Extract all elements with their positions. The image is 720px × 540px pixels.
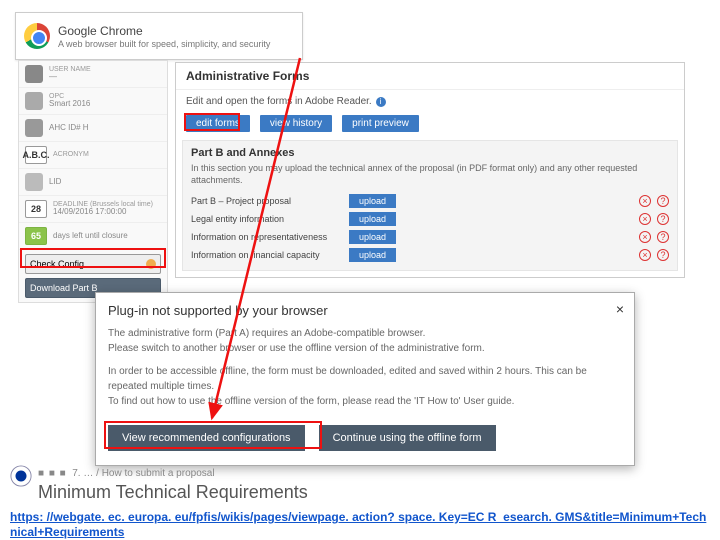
info-icon[interactable]: i — [376, 97, 386, 107]
view-history-button[interactable]: view history — [260, 115, 332, 132]
admin-title: Administrative Forms — [176, 63, 684, 90]
continue-offline-button[interactable]: Continue using the offline form — [319, 425, 496, 451]
highlight-recommended — [104, 421, 322, 449]
modal-p4: To find out how to use the offline versi… — [108, 394, 622, 409]
row-label: Part B – Project proposal — [191, 196, 341, 206]
partb-desc: In this section you may upload the techn… — [191, 163, 669, 186]
download-partb-label: Download Part B — [30, 283, 98, 293]
row-label: Information on financial capacity — [191, 250, 341, 260]
highlight-check-config — [20, 248, 166, 268]
breadcrumb-text: 7. … / How to submit a proposal — [72, 468, 214, 479]
upload-row: Information on financial capacity upload… — [191, 246, 669, 264]
upload-button[interactable]: upload — [349, 194, 396, 208]
daysleft-text: days left until closure — [53, 232, 128, 241]
upload-row: Part B – Project proposal upload ×? — [191, 192, 669, 210]
opc-value: Smart 2016 — [49, 100, 90, 109]
lid-label: LID — [49, 178, 61, 187]
help-icon[interactable]: ? — [657, 213, 669, 225]
partb-title: Part B and Annexes — [191, 147, 669, 159]
print-preview-button[interactable]: print preview — [342, 115, 419, 132]
upload-button[interactable]: upload — [349, 248, 396, 262]
cloud-icon — [25, 92, 43, 110]
admin-edit-desc: Edit and open the forms in Adobe Reader. — [186, 96, 372, 107]
partb-section: Part B and Annexes In this section you m… — [182, 140, 678, 271]
delete-icon[interactable]: × — [639, 231, 651, 243]
close-icon[interactable]: × — [616, 301, 624, 317]
username-value: — — [49, 73, 91, 82]
tag-icon — [25, 119, 43, 137]
help-icon[interactable]: ? — [657, 231, 669, 243]
delete-icon[interactable]: × — [639, 249, 651, 261]
upload-row: Legal entity information upload ×? — [191, 210, 669, 228]
upload-button[interactable]: upload — [349, 230, 396, 244]
modal-p3: In order to be accessible offline, the f… — [108, 364, 622, 394]
ahc-label: AHC ID# H — [49, 124, 89, 133]
upload-button[interactable]: upload — [349, 212, 396, 226]
deadline-value: 14/09/2016 17:00:00 — [53, 208, 153, 217]
highlight-edit-forms — [184, 113, 240, 131]
help-icon[interactable]: ? — [657, 195, 669, 207]
daysleft-box: 65 — [25, 227, 47, 245]
admin-forms-panel: Administrative Forms Edit and open the f… — [175, 62, 685, 278]
delete-icon[interactable]: × — [639, 213, 651, 225]
modal-p1: The administrative form (Part A) require… — [108, 326, 622, 341]
abc-badge: A.B.C. — [25, 146, 47, 164]
chrome-tooltip: Google Chrome A web browser built for sp… — [15, 12, 303, 60]
wiki-link[interactable]: https: //webgate. ec. europa. eu/fpfis/w… — [10, 510, 710, 540]
modal-p2: Please switch to another browser or use … — [108, 341, 622, 356]
doc-icon — [25, 173, 43, 191]
row-label: Legal entity information — [191, 214, 341, 224]
breadcrumb: ■ ■ ■ 7. … / How to submit a proposal — [38, 468, 215, 479]
eu-logo-icon — [10, 465, 32, 487]
deadline-day-box: 28 — [25, 200, 47, 218]
chrome-icon — [24, 23, 50, 49]
upload-row: Information on representativeness upload… — [191, 228, 669, 246]
modal-title: Plug-in not supported by your browser — [96, 293, 634, 324]
row-label: Information on representativeness — [191, 232, 341, 242]
help-icon[interactable]: ? — [657, 249, 669, 261]
chrome-subtitle: A web browser built for speed, simplicit… — [58, 39, 270, 49]
delete-icon[interactable]: × — [639, 195, 651, 207]
user-icon — [25, 65, 43, 83]
chrome-title: Google Chrome — [58, 24, 270, 38]
acronym-label: ACRONYM — [53, 151, 89, 159]
modal-body: The administrative form (Part A) require… — [96, 324, 634, 419]
page-title: Minimum Technical Requirements — [38, 482, 308, 503]
